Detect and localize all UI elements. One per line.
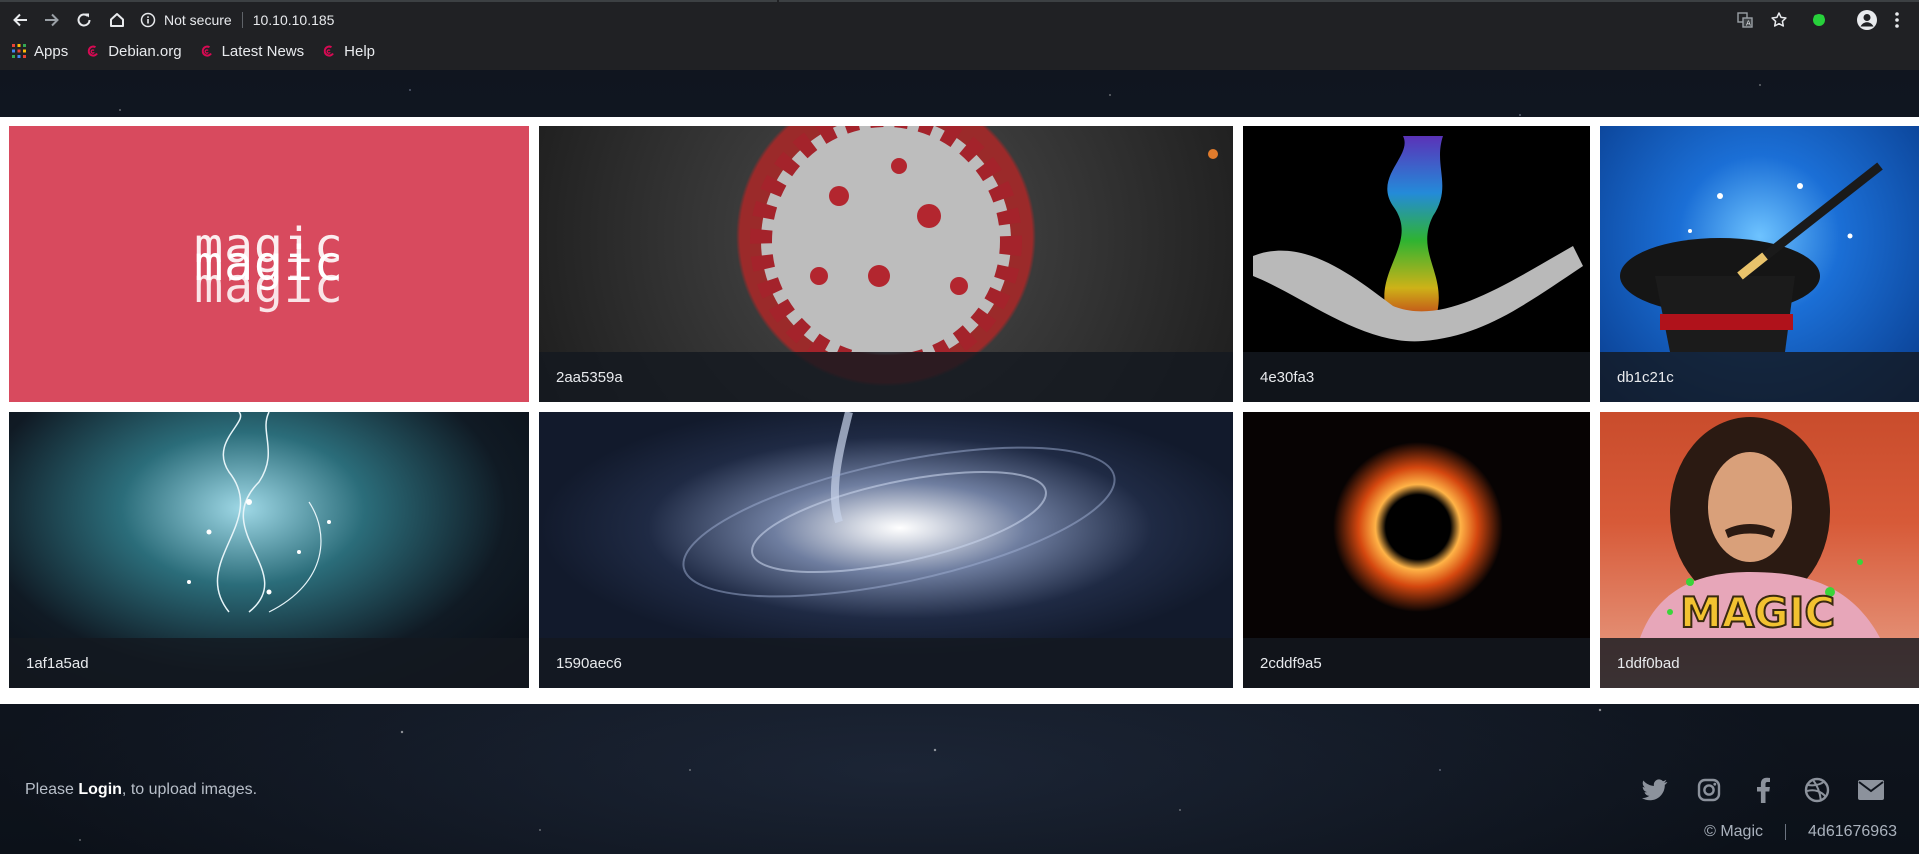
svg-text:MAGIC: MAGIC <box>1680 588 1835 637</box>
debian-icon <box>323 45 334 57</box>
tab-strip-edge <box>0 0 1919 2</box>
bookmark-label: Apps <box>34 42 69 60</box>
url-text[interactable]: 10.10.10.185 <box>253 12 335 28</box>
magic-hat-image <box>1620 162 1883 352</box>
image-caption: 1590aec6 <box>539 638 1233 688</box>
image-caption: 2aa5359a <box>539 352 1233 402</box>
instagram-icon[interactable] <box>1695 776 1723 804</box>
gallery-item[interactable]: 1590aec6 <box>539 412 1233 688</box>
bookmark-label: Debian.org <box>108 42 182 60</box>
login-prompt-prefix: Please <box>25 781 79 798</box>
facebook-icon[interactable] <box>1749 776 1777 804</box>
bookmark-debian[interactable]: Debian.org <box>86 42 182 60</box>
bookmark-label: Help <box>344 42 375 60</box>
reload-icon <box>77 13 91 27</box>
image-caption: 1ddf0bad <box>1600 638 1919 688</box>
black-hole-image <box>1333 442 1503 612</box>
dribbble-icon[interactable] <box>1803 776 1831 804</box>
home-icon <box>110 13 124 27</box>
gallery-item[interactable]: db1c21c <box>1600 126 1919 402</box>
address-bar[interactable]: Not secure 10.10.10.185 <box>140 7 334 33</box>
svg-text:A: A <box>1746 20 1751 28</box>
bookmarks-bar: Apps Debian.org Latest News Help <box>12 40 393 62</box>
info-icon[interactable] <box>140 12 156 28</box>
rainbow-hand-image <box>1253 136 1583 342</box>
gallery-item[interactable]: 2cddf9a5 <box>1243 412 1590 688</box>
apps-grid-icon <box>12 44 26 58</box>
gallery-item[interactable]: 2aa5359a <box>539 126 1233 402</box>
bookmark-apps[interactable]: Apps <box>12 43 68 60</box>
menu-dots-icon[interactable] <box>1894 11 1900 29</box>
coronavirus-image <box>750 126 1218 377</box>
browser-toolbar: Not secure 10.10.10.185 A Apps Debian.or… <box>0 0 1919 70</box>
bookmark-star-icon[interactable] <box>1770 11 1788 29</box>
site-logo: magic <box>194 236 344 292</box>
debian-icon <box>201 45 212 57</box>
gallery-item[interactable]: MAGIC 1ddf0bad <box>1600 412 1919 688</box>
twitter-icon[interactable] <box>1641 776 1669 804</box>
magic-sparkles-image <box>187 412 331 613</box>
debian-icon <box>87 45 99 57</box>
translate-icon[interactable]: A <box>1736 11 1754 29</box>
social-links <box>1641 776 1885 804</box>
forward-arrow-icon <box>45 13 59 27</box>
galaxy-image <box>682 412 1116 598</box>
back-button[interactable] <box>8 8 32 32</box>
footer-hash: 4d61676963 <box>1808 823 1897 840</box>
image-caption: 4e30fa3 <box>1243 352 1590 402</box>
toolbar-actions: A <box>1736 8 1900 32</box>
bookmark-latest-news[interactable]: Latest News <box>200 42 305 60</box>
login-prompt-suffix: , to upload images. <box>121 781 258 798</box>
login-prompt: Please Login, to upload images. <box>25 781 257 799</box>
bookmark-help[interactable]: Help <box>322 43 375 60</box>
image-gallery: magic 2aa5359a 4e30fa3 db1c21c 1af1a5ad … <box>0 117 1919 704</box>
omnibox-separator <box>241 12 243 28</box>
footer-divider <box>1785 824 1787 840</box>
gallery-item[interactable]: 1af1a5ad <box>9 412 529 688</box>
security-label: Not secure <box>164 12 232 28</box>
site-logo-tile[interactable]: magic <box>9 126 529 402</box>
copyright-bar: © Magic 4d61676963 <box>1704 823 1897 841</box>
mail-icon[interactable] <box>1857 776 1885 804</box>
forward-button[interactable] <box>40 8 64 32</box>
reload-button[interactable] <box>72 8 96 32</box>
image-caption: 1af1a5ad <box>9 638 529 688</box>
gallery-item[interactable]: 4e30fa3 <box>1243 126 1590 402</box>
login-link[interactable]: Login <box>78 781 122 798</box>
back-arrow-icon <box>13 13 27 27</box>
copyright-text: © Magic <box>1704 823 1764 840</box>
magic-meme-image: MAGIC <box>1640 417 1880 638</box>
profile-icon[interactable] <box>1856 9 1878 31</box>
extension-icon[interactable] <box>1810 11 1828 29</box>
image-caption: db1c21c <box>1600 352 1919 402</box>
page-content: magic 2aa5359a 4e30fa3 db1c21c 1af1a5ad … <box>0 70 1919 854</box>
home-button[interactable] <box>105 8 129 32</box>
image-caption: 2cddf9a5 <box>1243 638 1590 688</box>
bookmark-label: Latest News <box>221 42 305 60</box>
